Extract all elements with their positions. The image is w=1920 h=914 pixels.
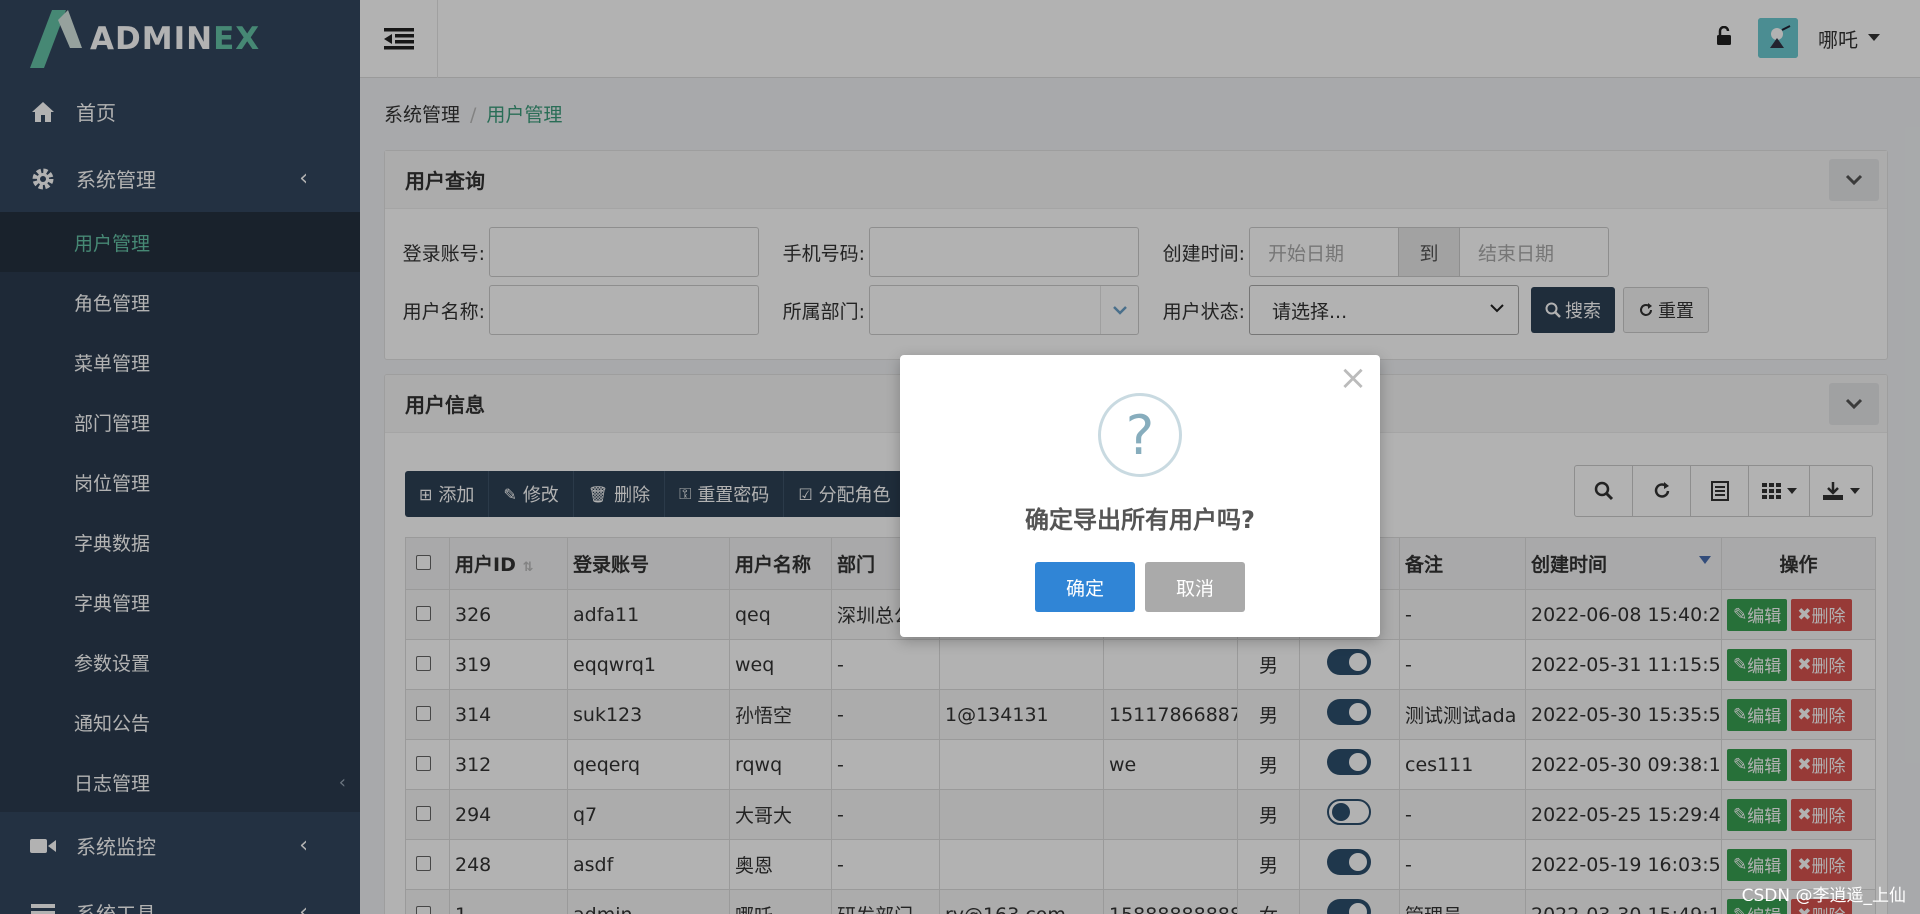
close-icon[interactable]: × — [1338, 361, 1368, 395]
cancel-button[interactable]: 取消 — [1145, 562, 1245, 612]
watermark: CSDN @李逍遥_上仙 — [1741, 886, 1906, 906]
question-icon: ? — [1098, 393, 1182, 477]
dialog-message: 确定导出所有用户吗? — [1025, 506, 1255, 534]
confirm-button[interactable]: 确定 — [1035, 562, 1135, 612]
confirm-dialog: × ? 确定导出所有用户吗? 确定 取消 — [900, 355, 1380, 637]
